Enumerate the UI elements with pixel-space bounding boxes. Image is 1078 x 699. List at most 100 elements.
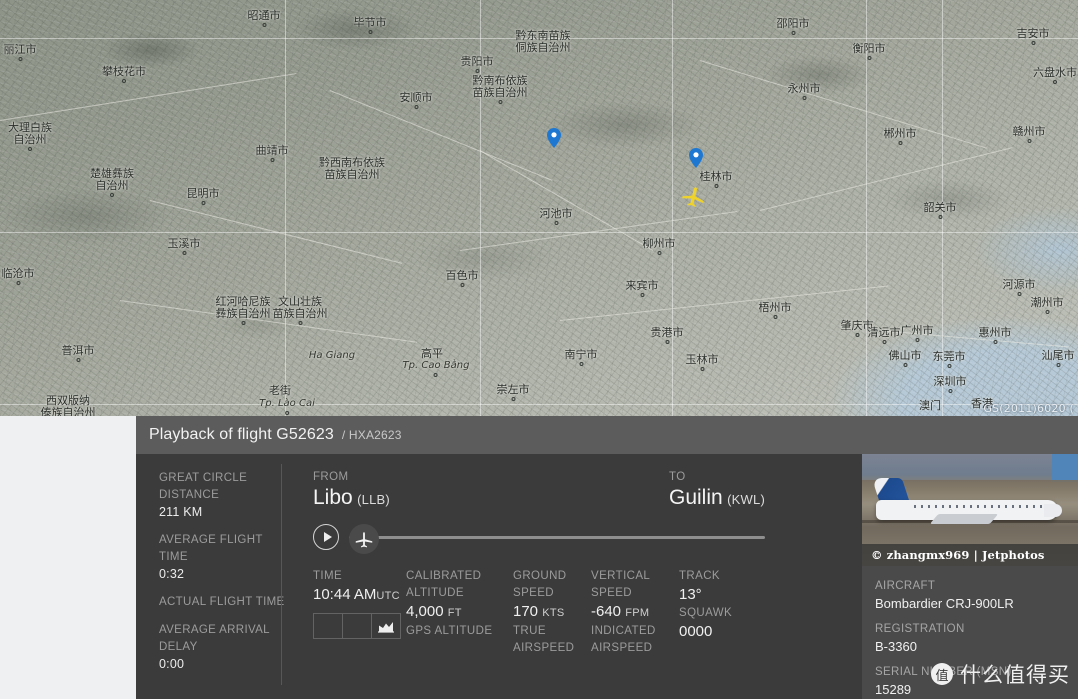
map-city-label: 大理白族 自治州 [8, 122, 52, 151]
destination-city: Guilin [669, 486, 723, 509]
squawk-value: 0000 [679, 623, 713, 640]
map-city-dot [898, 141, 902, 145]
map-city-label: 佛山市 [889, 350, 922, 367]
map-canvas[interactable]: 昭通市 丽江市 攀枝花市 六盘水市 安顺市 贵阳市 毕节市 邵阳市 衡阳市 吉安市 永州市 郴州市 赣州… [0, 0, 1078, 416]
map-city-dot [498, 100, 502, 104]
departure-pin[interactable] [547, 128, 561, 148]
map-city-dot [579, 362, 583, 366]
calibrated-altitude-label: CALIBRATED ALTITUDE [406, 570, 482, 599]
map-city-dot [241, 321, 245, 325]
map-city-dot [511, 397, 515, 401]
map-city-label: 贵阳市 [461, 56, 494, 73]
telemetry-time: TIME 10:44 AMUTC [313, 568, 406, 657]
map-city-label: Tp. Cao Bằng [403, 360, 469, 377]
map-city-dot [298, 321, 302, 325]
time-value: 10:44 AM [313, 586, 377, 603]
map-city-label: 韶关市 [924, 202, 957, 219]
map-city-dot [1031, 41, 1035, 45]
aircraft-registration: REGISTRATION B-3360 [875, 621, 1078, 656]
map-city-label: 东莞市 [933, 351, 966, 368]
map-city-label: 百色市 [446, 270, 479, 287]
map-city-label: 南宁市 [565, 349, 598, 366]
map-city-label: 毕节市 [354, 17, 387, 34]
map-city-label: 潮州市 [1031, 297, 1064, 314]
photo-credit: © zhangmx969 | Jetphotos [862, 544, 1078, 566]
map-city-dot [773, 315, 777, 319]
map-city-label: 西双版纳 傣族自治州 [40, 394, 96, 417]
view-mode-option-1[interactable] [314, 614, 343, 638]
photo-plane-nose [1044, 504, 1062, 517]
map-city-dot [201, 201, 205, 205]
playback-position-handle[interactable] [349, 524, 379, 554]
route-from-caption: FROM [313, 471, 349, 483]
telemetry-ground-speed: GROUND SPEED 170 KTS TRUE AIRSPEED [513, 568, 591, 657]
map-city-dot [1017, 292, 1021, 296]
map-city-label: 衡阳市 [853, 43, 886, 60]
view-mode-option-2[interactable] [343, 614, 372, 638]
aircraft-type-value: Bombardier CRJ-900LR [875, 596, 1014, 611]
ground-speed-label: GROUND SPEED [513, 570, 567, 599]
playback-controls[interactable] [313, 522, 765, 554]
map-city-dot [640, 293, 644, 297]
map-city-dot [665, 340, 669, 344]
map-city-dot [657, 251, 661, 255]
map-city-dot [947, 364, 951, 368]
map-city-dot [714, 184, 718, 188]
flight-detail-column: FROM Libo (LLB) TO Guilin (KWL) TIME 10:… [291, 454, 862, 699]
map-credit-text: GS(2011)6020 ( [983, 402, 1074, 415]
area-chart-icon [378, 621, 394, 633]
arrival-pin[interactable] [689, 148, 703, 168]
registration-label: REGISTRATION [875, 623, 965, 635]
flight-stats-column: GREAT CIRCLE DISTANCE 211 KM AVERAGE FLI… [136, 454, 291, 699]
map-city-label: 永州市 [788, 83, 821, 100]
panel-title: Playback of flight G52623 [149, 426, 334, 443]
map-city-dot [368, 30, 372, 34]
map-city-dot [1053, 80, 1057, 84]
map-city-dot [1056, 363, 1060, 367]
watermark-badge: 值 [931, 663, 953, 685]
map-city-label: 清远市 [868, 327, 901, 344]
graticule-line [0, 232, 1078, 233]
map-city-label: 普洱市 [62, 345, 95, 362]
calibrated-altitude-unit: FT [447, 607, 462, 619]
graticule-line [672, 0, 673, 416]
stat-great-circle-distance: GREAT CIRCLE DISTANCE 211 KM [159, 470, 291, 521]
true-airspeed-label: TRUE AIRSPEED [513, 625, 575, 654]
map-city-dot [867, 56, 871, 60]
airplane-icon [355, 532, 373, 548]
map-city-label: 赣州市 [1013, 126, 1046, 143]
map-city-label: Ha Giang [308, 350, 356, 361]
map-city-dot [182, 251, 186, 255]
vertical-speed-unit: FPM [625, 607, 650, 619]
view-mode-button-group[interactable] [313, 613, 401, 639]
calibrated-altitude-value: 4,000 [406, 603, 444, 620]
map-city-label: 邵阳市 [777, 18, 810, 35]
map-city-label: 崇左市 [497, 384, 530, 401]
map-city-dot [882, 340, 886, 344]
indicated-airspeed-label: INDICATED AIRSPEED [591, 625, 656, 654]
map-city-label: 红河哈尼族 彝族自治州 [216, 296, 271, 325]
map-city-label: 梧州市 [759, 302, 792, 319]
playback-slider[interactable] [349, 522, 765, 554]
play-icon [323, 532, 332, 542]
telemetry-vertical-speed: VERTICAL SPEED -640 FPM INDICATED AIRSPE… [591, 568, 679, 657]
play-button[interactable] [313, 524, 339, 550]
map-city-dot [855, 333, 859, 337]
map-city-dot [700, 367, 704, 371]
stat-average-flight-time: AVERAGE FLIGHT TIME 0:32 [159, 532, 291, 583]
stat-label: ACTUAL FLIGHT TIME [159, 596, 285, 608]
origin-iata: (LLB) [357, 492, 390, 507]
map-city-label: 攀枝花市 [102, 66, 146, 83]
aircraft-photo[interactable]: © zhangmx969 | Jetphotos [862, 454, 1078, 566]
ground-speed-value: 170 [513, 603, 539, 620]
map-city-dot [915, 338, 919, 342]
ground-speed-unit: KTS [542, 607, 565, 619]
vertical-speed-label: VERTICAL SPEED [591, 570, 650, 599]
map-city-label: 老街 [269, 384, 291, 397]
map-city-label: 六盘水市 [1033, 67, 1077, 84]
map-city-label: 柳州市 [643, 238, 676, 255]
map-city-label: 曲靖市 [256, 145, 289, 162]
view-mode-option-chart[interactable] [372, 614, 400, 638]
map-city-dot [475, 69, 479, 73]
playback-track[interactable] [349, 536, 765, 539]
